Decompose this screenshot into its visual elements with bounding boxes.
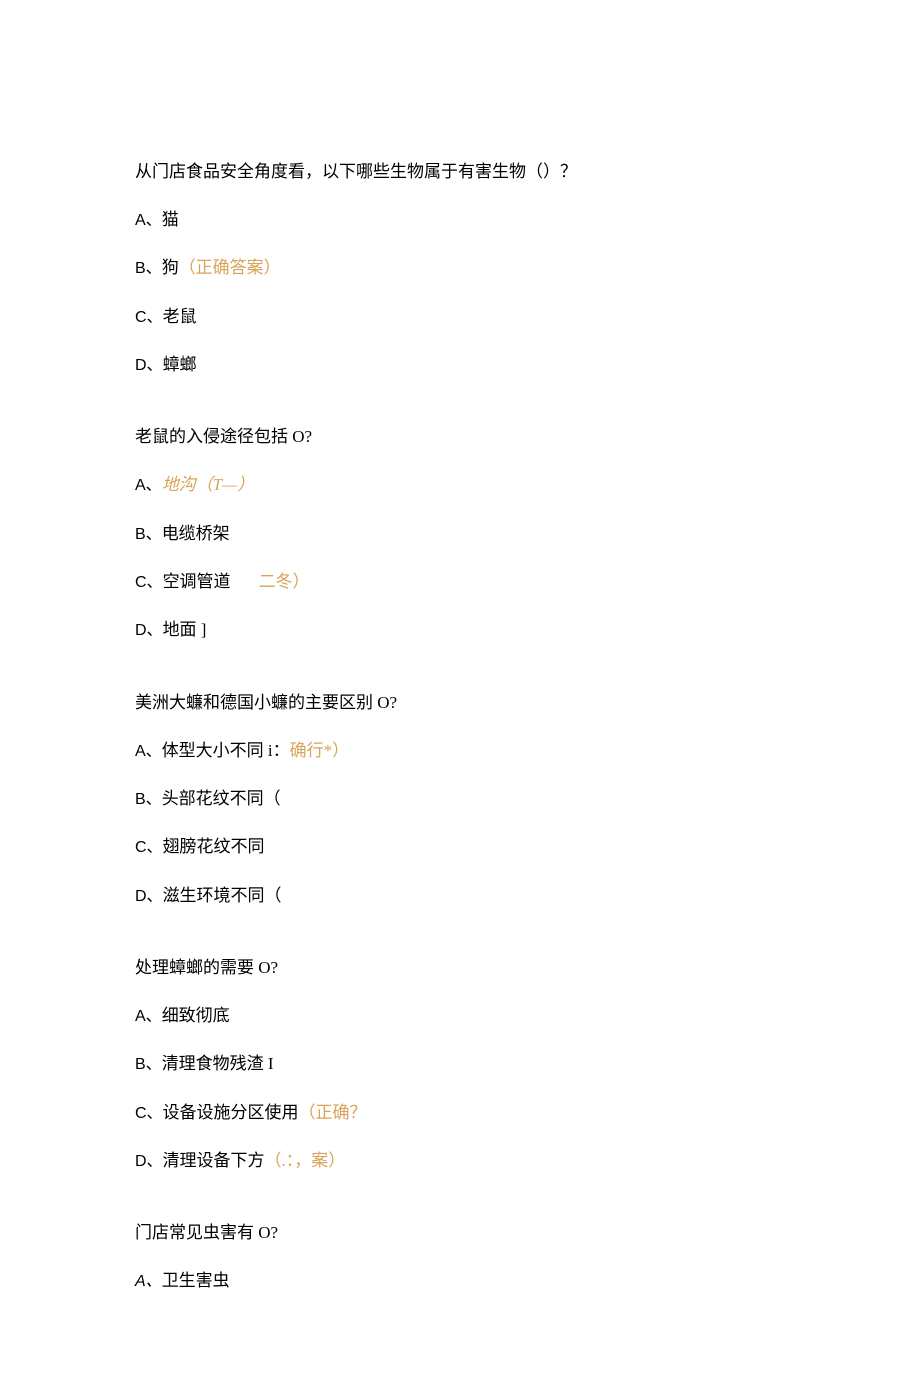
q2-b-label: B、 xyxy=(135,526,162,543)
q4-c-answer: （正确？ xyxy=(299,1103,367,1122)
question-2: 老鼠的入侵途径包括 O? xyxy=(135,425,785,449)
q3-c-text: 翅膀花纹不同 xyxy=(163,837,265,856)
q5-option-a: A、卫生害虫 xyxy=(135,1269,785,1293)
q2-d-text: 地面 ] xyxy=(163,620,207,639)
question-5: 门店常见虫害有 O? xyxy=(135,1221,785,1245)
q4-option-d: D、清理设备下方（.：，案） xyxy=(135,1149,785,1173)
q4-option-b: B、清理食物残渣 I xyxy=(135,1052,785,1076)
q3-option-d: D、滋生环境不同（ xyxy=(135,884,785,908)
q4-d-text: 清理设备下方 xyxy=(163,1151,265,1170)
q3-option-a: A、体型大小不同 i：确行*） xyxy=(135,739,785,763)
q4-a-text: 细致彻底 xyxy=(162,1006,230,1025)
q1-d-text: 蟑螂 xyxy=(163,355,197,374)
q2-c-note: 二冬） xyxy=(259,572,310,591)
q4-b-text: 清理食物残渣 I xyxy=(162,1054,274,1073)
q1-a-text: 猫 xyxy=(162,210,179,229)
q4-d-answer: （.：，案） xyxy=(265,1151,346,1170)
q2-option-b: B、电缆桥架 xyxy=(135,522,785,546)
q1-a-label: A、 xyxy=(135,212,162,229)
q4-option-a: A、细致彻底 xyxy=(135,1004,785,1028)
document-page: 从门店食品安全角度看，以下哪些生物属于有害生物（）？ A、猫 B、狗（正确答案）… xyxy=(0,0,920,1398)
q3-option-c: C、翅膀花纹不同 xyxy=(135,835,785,859)
q3-a-label: A、 xyxy=(135,743,162,760)
q5-a-text: 卫生害虫 xyxy=(162,1271,230,1290)
q1-b-label: B、 xyxy=(135,260,162,277)
q1-c-text: 老鼠 xyxy=(163,307,197,326)
q1-option-c: C、老鼠 xyxy=(135,305,785,329)
q2-d-label: D、 xyxy=(135,622,163,639)
q2-option-d: D、地面 ] xyxy=(135,618,785,642)
q4-c-text: 设备设施分区使用 xyxy=(163,1103,299,1122)
q1-b-text: 狗 xyxy=(162,258,179,277)
q2-c-text: 空调管道 xyxy=(163,572,231,591)
question-4: 处理蟑螂的需要 O? xyxy=(135,956,785,980)
q3-b-text: 头部花纹不同（ xyxy=(162,789,281,808)
q1-option-a: A、猫 xyxy=(135,208,785,232)
q5-a-label: A、 xyxy=(135,1273,162,1290)
q4-b-label: B、 xyxy=(135,1056,162,1073)
q3-d-label: D、 xyxy=(135,888,163,905)
q2-a-text: 地沟（T—） xyxy=(162,475,255,494)
q1-option-b: B、狗（正确答案） xyxy=(135,256,785,280)
q2-c-label: C、 xyxy=(135,574,163,591)
q3-a-answer: 确行*） xyxy=(290,741,350,760)
q4-d-label: D、 xyxy=(135,1153,163,1170)
q2-a-label: A、 xyxy=(135,477,162,494)
q2-option-c: C、空调管道 二冬） xyxy=(135,570,785,594)
q1-d-label: D、 xyxy=(135,357,163,374)
q1-c-label: C、 xyxy=(135,309,163,326)
q4-option-c: C、设备设施分区使用（正确？ xyxy=(135,1101,785,1125)
q3-b-label: B、 xyxy=(135,791,162,808)
q4-a-label: A、 xyxy=(135,1008,162,1025)
q2-option-a: A、地沟（T—） xyxy=(135,473,785,497)
q4-c-label: C、 xyxy=(135,1105,163,1122)
question-1: 从门店食品安全角度看，以下哪些生物属于有害生物（）？ xyxy=(135,160,785,184)
question-3: 美洲大蠊和德国小蠊的主要区别 O? xyxy=(135,691,785,715)
q1-b-answer: （正确答案） xyxy=(179,258,281,277)
q3-a-text: 体型大小不同 i： xyxy=(162,741,290,760)
q2-b-text: 电缆桥架 xyxy=(162,524,230,543)
q3-option-b: B、头部花纹不同（ xyxy=(135,787,785,811)
q3-d-text: 滋生环境不同（ xyxy=(163,886,282,905)
q3-c-label: C、 xyxy=(135,839,163,856)
q1-option-d: D、蟑螂 xyxy=(135,353,785,377)
